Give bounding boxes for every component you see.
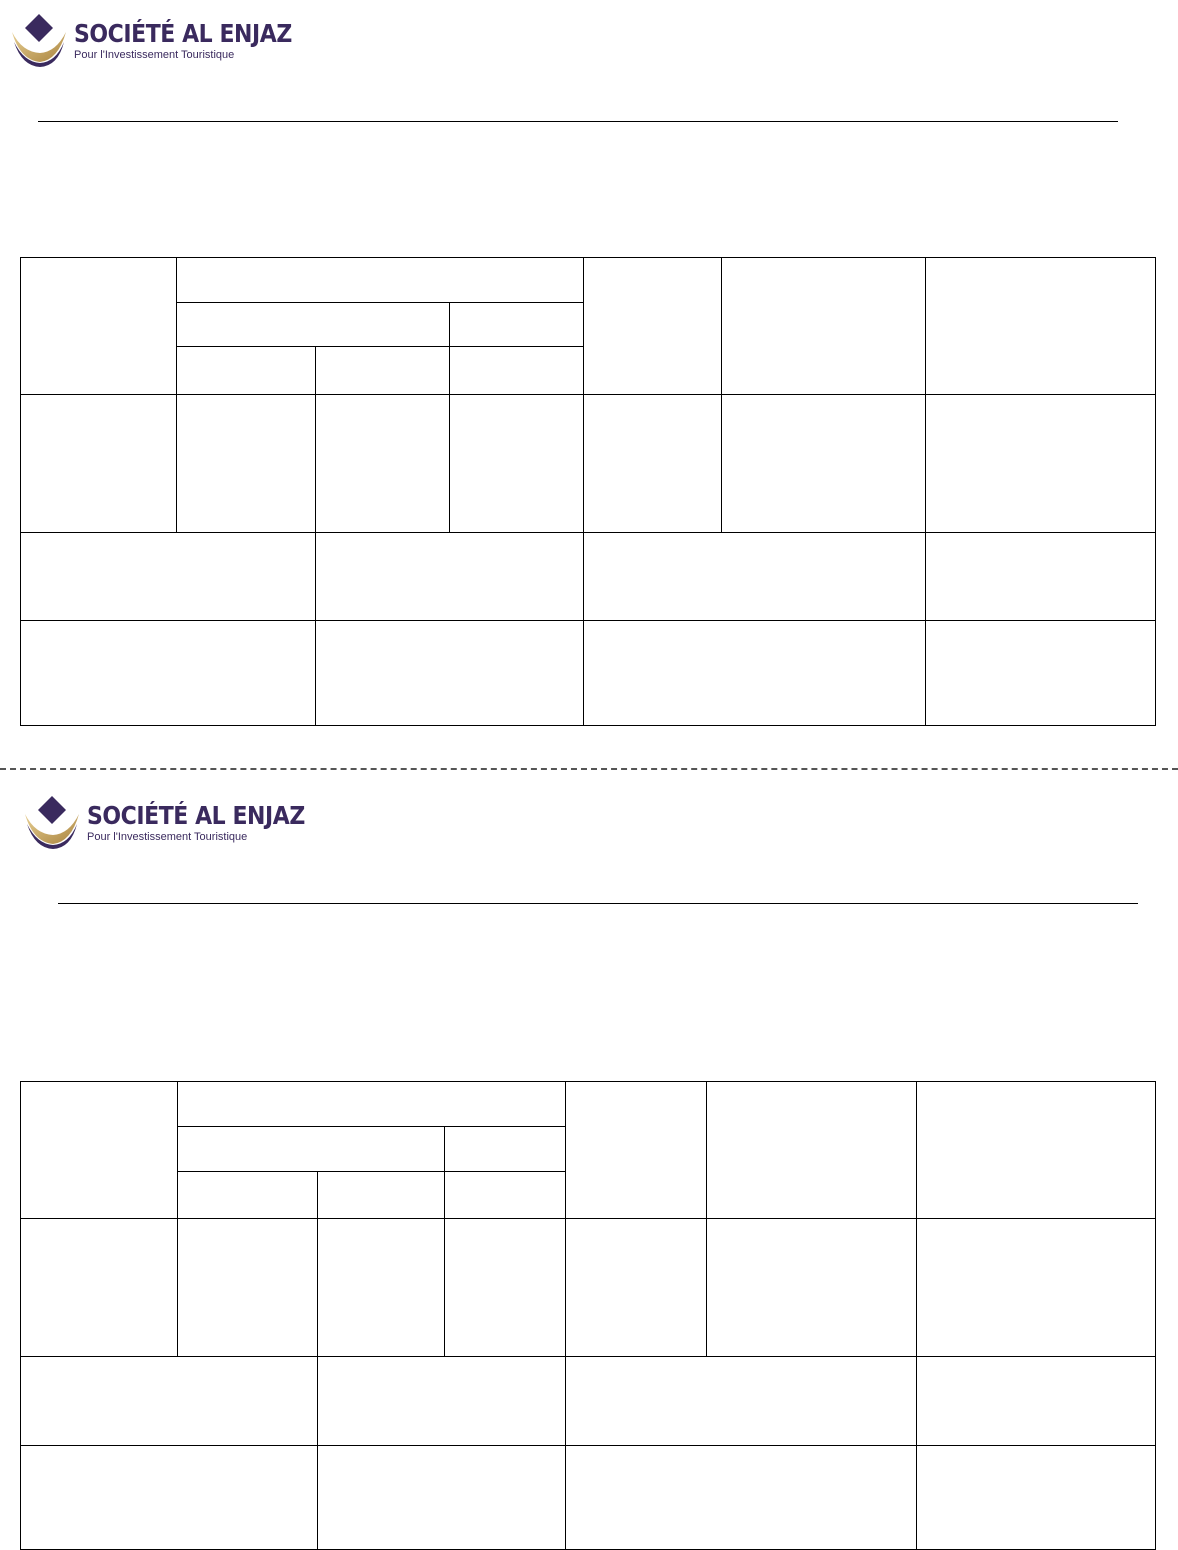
table-cell[interactable]	[20, 394, 177, 533]
table-cell[interactable]	[448, 394, 585, 533]
table-cell[interactable]	[20, 532, 316, 621]
table-cell[interactable]	[925, 394, 1157, 533]
table-cell[interactable]	[314, 532, 585, 621]
table-cell[interactable]	[317, 1171, 445, 1219]
table-cell[interactable]	[20, 1356, 318, 1446]
table-cell[interactable]	[925, 257, 1157, 395]
table-cell[interactable]	[317, 1218, 445, 1357]
table-cell[interactable]	[177, 1171, 318, 1219]
table-cell[interactable]	[565, 1081, 708, 1219]
company-logo: SOCIÉTÉ AL ENJAZ Pour l'Investissement T…	[10, 12, 322, 68]
table-cell[interactable]	[721, 394, 927, 533]
table-cell[interactable]	[583, 394, 723, 533]
table-cell[interactable]	[443, 1218, 567, 1357]
table-cell[interactable]	[175, 257, 585, 303]
diamond-swoosh-icon	[12, 14, 66, 67]
diamond-swoosh-icon	[25, 796, 79, 849]
table-cell[interactable]	[176, 394, 316, 533]
header-rule	[58, 903, 1138, 904]
table-cell[interactable]	[20, 1218, 178, 1357]
table-cell[interactable]	[176, 1081, 567, 1127]
table-cell[interactable]	[448, 346, 585, 395]
table-cell[interactable]	[176, 302, 450, 347]
table-cell[interactable]	[314, 620, 585, 726]
table-cell[interactable]	[315, 346, 450, 395]
table-cell[interactable]	[20, 257, 177, 395]
table-cell[interactable]	[565, 1356, 918, 1446]
table-cell[interactable]	[316, 1445, 567, 1550]
table-cell[interactable]	[316, 1356, 567, 1446]
table-cell[interactable]	[925, 532, 1157, 621]
table-cell[interactable]	[916, 1356, 1157, 1446]
company-logo: SOCIÉTÉ AL ENJAZ Pour l'Investissement T…	[23, 794, 335, 850]
table-cell[interactable]	[565, 1445, 918, 1550]
table-cell[interactable]	[916, 1445, 1157, 1550]
form-table	[20, 257, 1157, 726]
brand-tagline: Pour l'Investissement Touristique	[74, 48, 235, 61]
table-cell[interactable]	[721, 257, 927, 395]
table-cell[interactable]	[925, 620, 1157, 726]
table-cell[interactable]	[177, 1218, 318, 1357]
table-cell[interactable]	[583, 257, 723, 395]
table-cell[interactable]	[916, 1081, 1157, 1219]
table-cell[interactable]	[565, 1218, 708, 1357]
table-cell[interactable]	[443, 1171, 567, 1219]
table-cell[interactable]	[583, 532, 927, 621]
table-cell[interactable]	[20, 1445, 318, 1550]
table-cell[interactable]	[706, 1218, 918, 1357]
brand-tagline: Pour l'Investissement Touristique	[87, 830, 248, 843]
brand-name: SOCIÉTÉ AL ENJAZ	[87, 800, 305, 830]
table-cell[interactable]	[20, 1081, 178, 1219]
table-cell[interactable]	[583, 620, 927, 726]
table-cell[interactable]	[20, 620, 316, 726]
table-cell[interactable]	[916, 1218, 1157, 1357]
brand-name: SOCIÉTÉ AL ENJAZ	[74, 18, 292, 48]
table-cell[interactable]	[706, 1081, 918, 1219]
cut-line	[0, 768, 1178, 770]
table-cell[interactable]	[177, 1126, 445, 1172]
table-cell[interactable]	[443, 1126, 567, 1172]
table-cell[interactable]	[176, 346, 316, 395]
table-cell[interactable]	[448, 302, 585, 347]
header-rule	[38, 121, 1118, 122]
form-table	[20, 1081, 1157, 1550]
table-cell[interactable]	[315, 394, 450, 533]
